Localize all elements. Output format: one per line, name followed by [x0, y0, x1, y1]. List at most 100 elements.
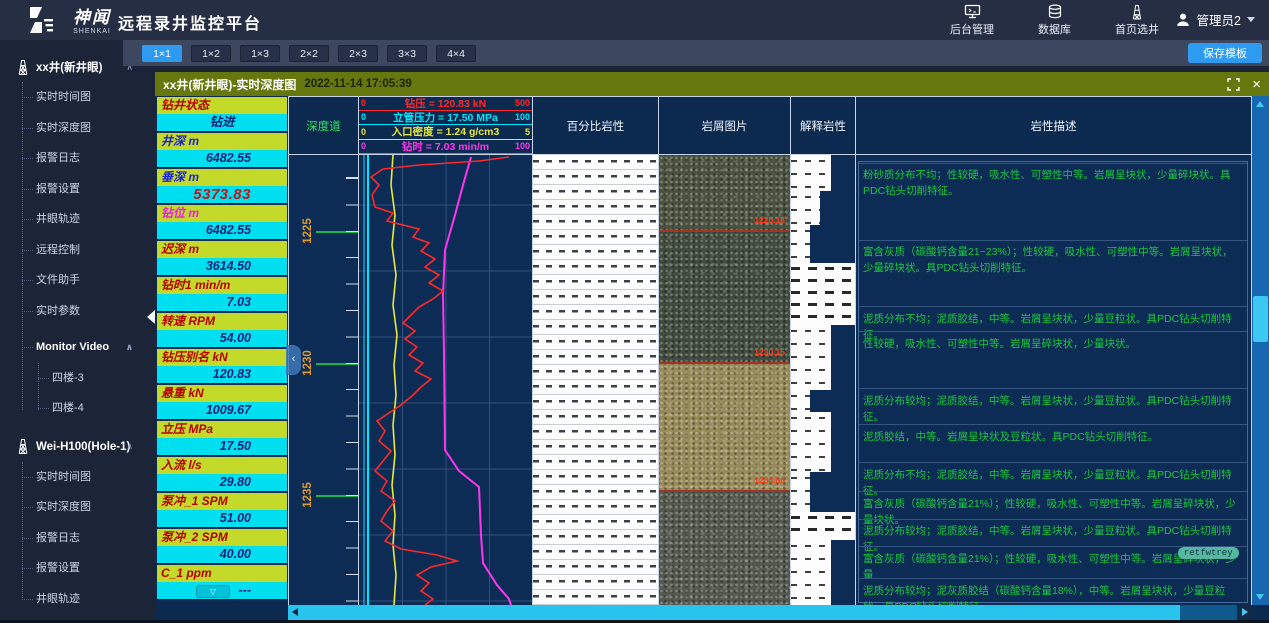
sidebar-item-monitor-video[interactable]: Monitor Video ∧	[0, 332, 155, 363]
parameter-label: 钻时1 min/m	[157, 277, 287, 294]
curve-legend: 0 钻压 = 120.83 kN 500 0 立管压力 = 17.50 MPa …	[358, 97, 532, 154]
lithology-description-header: 岩性描述	[855, 97, 1252, 154]
vertical-scrollbar-thumb[interactable]	[1253, 296, 1268, 342]
depth-tick-line	[316, 231, 358, 233]
layout-button[interactable]: 1×1	[142, 45, 182, 62]
cursor-tooltip: retfwtrey	[1178, 547, 1239, 559]
scroll-down-icon[interactable]	[1256, 594, 1264, 600]
parameter-dropdown-button[interactable]: ▽	[196, 585, 230, 598]
parameter-row: 迟深 m 3614.50	[157, 241, 287, 275]
top-nav-icon	[964, 4, 981, 20]
video-subtree: 四楼-3 四楼-4	[0, 363, 155, 424]
horizontal-scrollbar-thumb[interactable]	[288, 605, 1180, 620]
top-bar: 神闻 SHENKAI 远程录井监控平台 后台管理 数据库 首页选井	[0, 0, 1269, 40]
top-nav-label: 后台管理	[950, 21, 994, 37]
parameter-value: 40.00	[157, 546, 287, 563]
description-divider	[859, 578, 1247, 579]
parameter-label: 迟深 m	[157, 241, 287, 258]
curve-legend-text: 入口密度 = 1.24 g/cm3	[392, 126, 500, 138]
lithology-segment	[791, 191, 820, 225]
curve-max: 500	[515, 96, 530, 110]
top-nav-item[interactable]: 数据库	[1038, 4, 1071, 37]
curve-legend-text: 立管压力 = 17.50 MPa	[393, 112, 498, 124]
description-text: 泥质分布不均；泥质胶结，中等。岩屑呈块状，少量豆粒状。具PDC钻头切削特征。	[863, 468, 1242, 500]
parameter-label: 悬重 kN	[157, 385, 287, 402]
parameter-row: 垂深 m 5373.83	[157, 169, 287, 203]
username: 管理员2	[1197, 10, 1241, 29]
depth-tick-line	[316, 495, 358, 497]
layout-button[interactable]: 2×2	[289, 45, 329, 62]
sidebar-item[interactable]: 实时时间图	[0, 462, 155, 493]
layout-button[interactable]: 1×2	[191, 45, 231, 62]
sidebar-item-camera[interactable]: 四楼-4	[0, 393, 155, 424]
sidebar-item[interactable]: 报警设置	[0, 174, 155, 205]
panel-collapse-handle[interactable]: ‹	[286, 345, 301, 375]
logo-en: SHENKAI	[62, 28, 122, 35]
sidebar-item[interactable]: 实时时间图	[0, 82, 155, 113]
chevron-down-icon	[1247, 17, 1255, 22]
parameter-value: 钻进	[157, 114, 287, 131]
parameter-row: 立压 MPa 17.50	[157, 421, 287, 455]
description-divider	[859, 388, 1247, 389]
parameter-label: 泵冲_2 SPM	[157, 529, 287, 546]
chart-header: 深度道 0 钻压 = 120.83 kN 500 0 立管压力 = 17.50 …	[288, 96, 1252, 155]
window-timestamp: 2022-11-14 17:05:39	[304, 78, 411, 90]
sidebar-item[interactable]: 远程控制	[0, 235, 155, 266]
sidebar-item[interactable]: 报警日志	[0, 523, 155, 554]
sidebar-item-camera[interactable]: 四楼-3	[0, 363, 155, 394]
layout-toolbar: 1×1 1×2 1×3 2×2 2×3 3×3 4×4 保存模板	[123, 40, 1269, 66]
sidebar-item[interactable]: 报警日志	[0, 143, 155, 174]
save-template-button[interactable]: 保存模板	[1188, 43, 1262, 63]
description-divider	[859, 491, 1247, 492]
user-menu[interactable]: 管理员2	[1175, 10, 1255, 29]
sidebar-item[interactable]: 井眼轨迹	[0, 584, 155, 615]
parameter-label: 立压 MPa	[157, 421, 287, 438]
parameter-label: C_1 ppm	[157, 565, 287, 582]
well-name: Wei-H100(Hole-1)	[36, 441, 130, 453]
description-text: 富含灰质（碳酸钙含量21~23%）；性较硬，吸水性、可塑性中等。岩屑呈块状，少量…	[863, 245, 1242, 277]
sidebar-item[interactable]: 实时参数	[0, 296, 155, 327]
well-1-tree: 实时时间图 实时深度图 报警日志 报警设置 井眼轨迹 远程控制 文件助手 实时参…	[0, 82, 155, 424]
curve-max: 100	[515, 139, 530, 153]
wob-curve	[371, 157, 509, 605]
top-nav-item[interactable]: 后台管理	[950, 4, 994, 37]
scroll-right-icon[interactable]	[1237, 605, 1252, 620]
layout-button[interactable]: 1×3	[240, 45, 280, 62]
lithology-segment	[791, 225, 810, 263]
logo-cn: 神闻	[62, 3, 122, 28]
sidebar-collapse-arrow[interactable]	[147, 310, 155, 324]
sidebar-item[interactable]: 井眼轨迹	[0, 204, 155, 235]
lithology-segment	[791, 263, 855, 325]
horizontal-scrollbar[interactable]	[288, 605, 1252, 620]
top-nav-item[interactable]: 首页选井	[1115, 4, 1159, 37]
curve-min: 0	[361, 96, 366, 110]
fullscreen-icon[interactable]	[1227, 78, 1240, 91]
page-title: 远程录井监控平台	[118, 10, 262, 34]
top-nav-icon	[1047, 4, 1063, 20]
sidebar-item[interactable]: 实时深度图	[0, 492, 155, 523]
layout-button[interactable]: 2×3	[338, 45, 378, 62]
cuttings-photo	[659, 362, 790, 490]
curve-legend-row: 0 入口密度 = 1.24 g/cm3 5	[359, 125, 532, 139]
chevron-up-icon[interactable]: ∧	[126, 332, 133, 363]
top-nav-label: 数据库	[1038, 21, 1071, 37]
vertical-scrollbar[interactable]	[1252, 96, 1269, 605]
scroll-left-icon[interactable]	[292, 608, 298, 616]
sidebar-item[interactable]: 实时深度图	[0, 113, 155, 144]
sidebar-item[interactable]: 报警设置	[0, 553, 155, 584]
parameter-label: 钻井状态	[157, 97, 287, 114]
sidebar-well-2[interactable]: Wei-H100(Hole-1) ∧	[0, 432, 155, 462]
lithology-segment	[791, 512, 855, 540]
sidebar-item[interactable]: 文件助手	[0, 265, 155, 296]
curve-plot	[358, 155, 532, 605]
curve-min: 0	[361, 110, 366, 124]
sidebar: xx井(新井眼) ∧ 实时时间图 实时深度图 报警日志 报警设置 井眼轨迹 远程…	[0, 40, 155, 623]
scroll-up-icon[interactable]	[1256, 101, 1264, 107]
interpreted-lithology-header: 解释岩性	[790, 97, 855, 154]
layout-button[interactable]: 3×3	[387, 45, 427, 62]
logo-text: 神闻 SHENKAI	[62, 3, 122, 35]
depth-track-header: 深度道	[288, 97, 358, 154]
chevron-up-icon[interactable]: ∧	[126, 441, 133, 452]
layout-button[interactable]: 4×4	[436, 45, 476, 62]
close-icon[interactable]: ×	[1252, 77, 1261, 92]
